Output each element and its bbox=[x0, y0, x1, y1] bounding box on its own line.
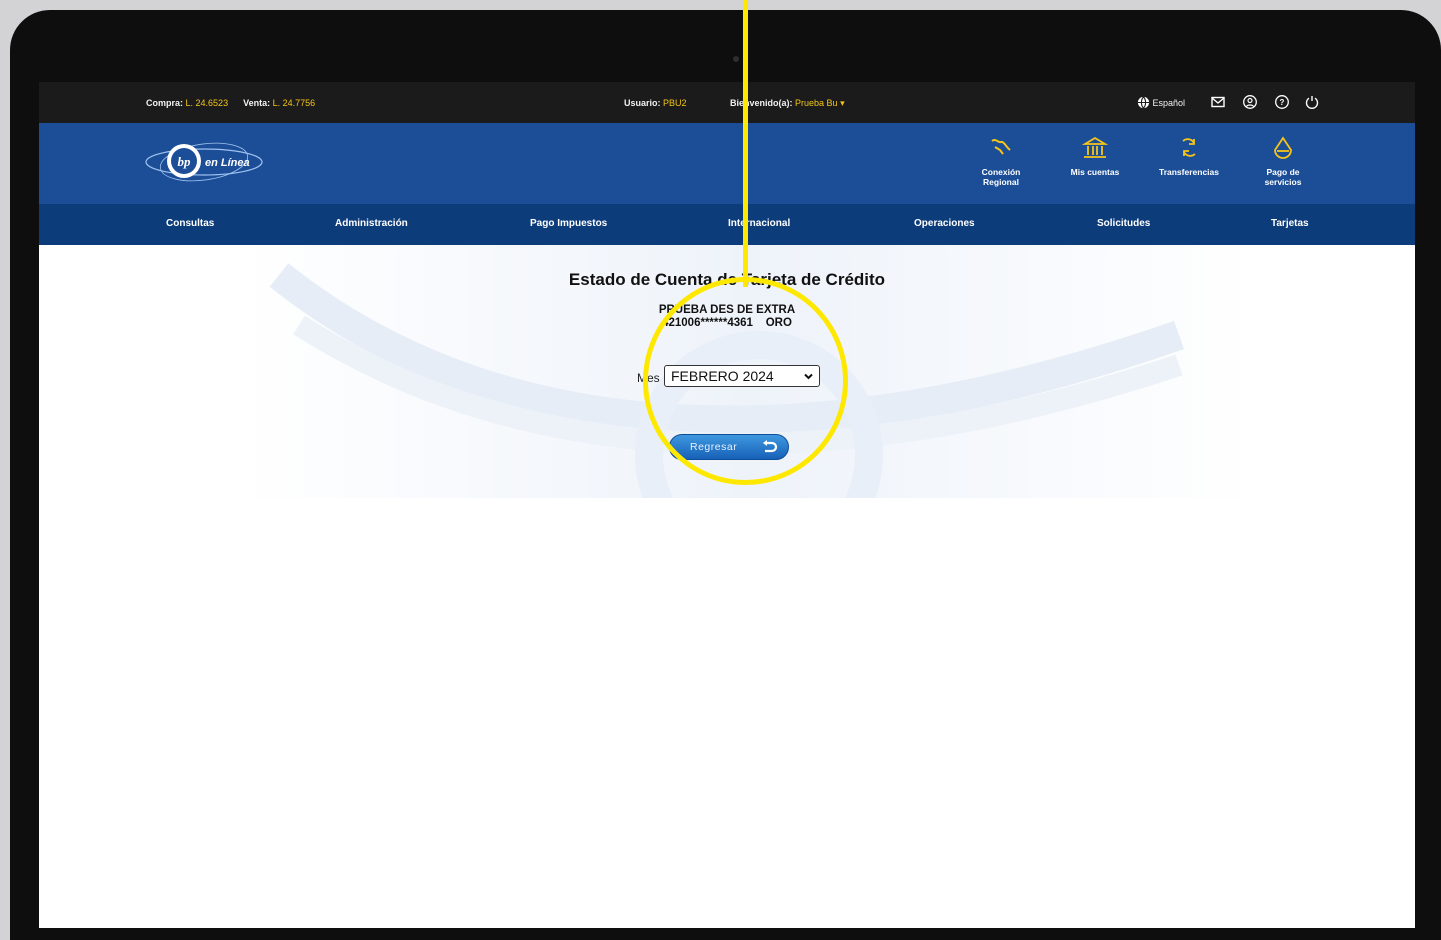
power-icon[interactable] bbox=[1304, 94, 1320, 110]
bank-icon bbox=[1081, 136, 1109, 158]
mail-icon[interactable] bbox=[1210, 94, 1226, 110]
logo-text: en Línea bbox=[205, 157, 250, 169]
quick-link-label-3: Transferencias bbox=[1158, 167, 1219, 177]
user-icon[interactable] bbox=[1242, 94, 1258, 110]
language-selector[interactable]: Español bbox=[1137, 96, 1185, 109]
pay-icon bbox=[1274, 136, 1292, 159]
venta-label: Venta: bbox=[243, 98, 271, 108]
nav-tarjetas[interactable]: Tarjetas bbox=[1271, 218, 1309, 229]
quick-link-label-1a: Conexión bbox=[981, 167, 1021, 177]
language-label: Español bbox=[1152, 98, 1186, 108]
top-bar: Compra: L. 24.6523 Venta: L. 24.7756 Usu… bbox=[39, 82, 1415, 123]
annotation-pointer-line bbox=[743, 0, 748, 287]
quick-link-label-2: Mis cuentas bbox=[1070, 167, 1120, 177]
nav-solicitudes[interactable]: Solicitudes bbox=[1097, 218, 1150, 229]
quick-link-conexion-regional[interactable]: Conexión Regional bbox=[961, 135, 1041, 187]
quick-link-label-4b: servicios bbox=[1264, 177, 1302, 187]
compra-value: L. 24.6523 bbox=[185, 98, 229, 108]
user-info: Usuario: PBU2 bbox=[624, 98, 687, 108]
camera-dot bbox=[733, 56, 739, 62]
nav-internacional[interactable]: Internacional bbox=[728, 218, 790, 229]
nav-operaciones[interactable]: Operaciones bbox=[914, 218, 975, 229]
bienvenido-value: Prueba Bu bbox=[795, 98, 838, 108]
quick-link-mis-cuentas[interactable]: Mis cuentas bbox=[1055, 135, 1135, 177]
nav-consultas[interactable]: Consultas bbox=[166, 218, 214, 229]
usuario-label: Usuario: bbox=[624, 98, 661, 108]
main-nav: Consultas Administración Pago Impuestos … bbox=[39, 204, 1415, 245]
bienvenido-label: Bienvenido(a): bbox=[730, 98, 793, 108]
quick-link-transferencias[interactable]: Transferencias bbox=[1149, 135, 1229, 177]
annotation-highlight-circle bbox=[643, 277, 848, 485]
svg-text:?: ? bbox=[1280, 98, 1285, 107]
compra-label: Compra: bbox=[146, 98, 184, 108]
exchange-rates: Compra: L. 24.6523 Venta: L. 24.7756 bbox=[146, 98, 315, 108]
globe-icon bbox=[1137, 96, 1150, 109]
transfer-icon bbox=[1182, 138, 1196, 157]
caret-down-icon: ▾ bbox=[840, 98, 845, 108]
quick-link-pago-servicios[interactable]: Pago de servicios bbox=[1243, 135, 1323, 187]
quick-link-label-4a: Pago de bbox=[1266, 167, 1300, 177]
app-screen: Compra: L. 24.6523 Venta: L. 24.7756 Usu… bbox=[39, 82, 1415, 928]
svg-text:bp: bp bbox=[178, 154, 192, 169]
venta-value: L. 24.7756 bbox=[272, 98, 316, 108]
quick-link-label-1b: Regional bbox=[983, 177, 1019, 187]
brand-header: bp en Línea Conexión Regional Mis cuenta… bbox=[39, 123, 1415, 204]
bank-logo[interactable]: bp en Línea bbox=[143, 139, 265, 185]
nav-administracion[interactable]: Administración bbox=[335, 218, 408, 229]
nav-pago-impuestos[interactable]: Pago Impuestos bbox=[530, 218, 607, 229]
help-icon[interactable]: ? bbox=[1274, 94, 1290, 110]
map-icon bbox=[991, 139, 1011, 155]
usuario-value: PBU2 bbox=[663, 98, 687, 108]
